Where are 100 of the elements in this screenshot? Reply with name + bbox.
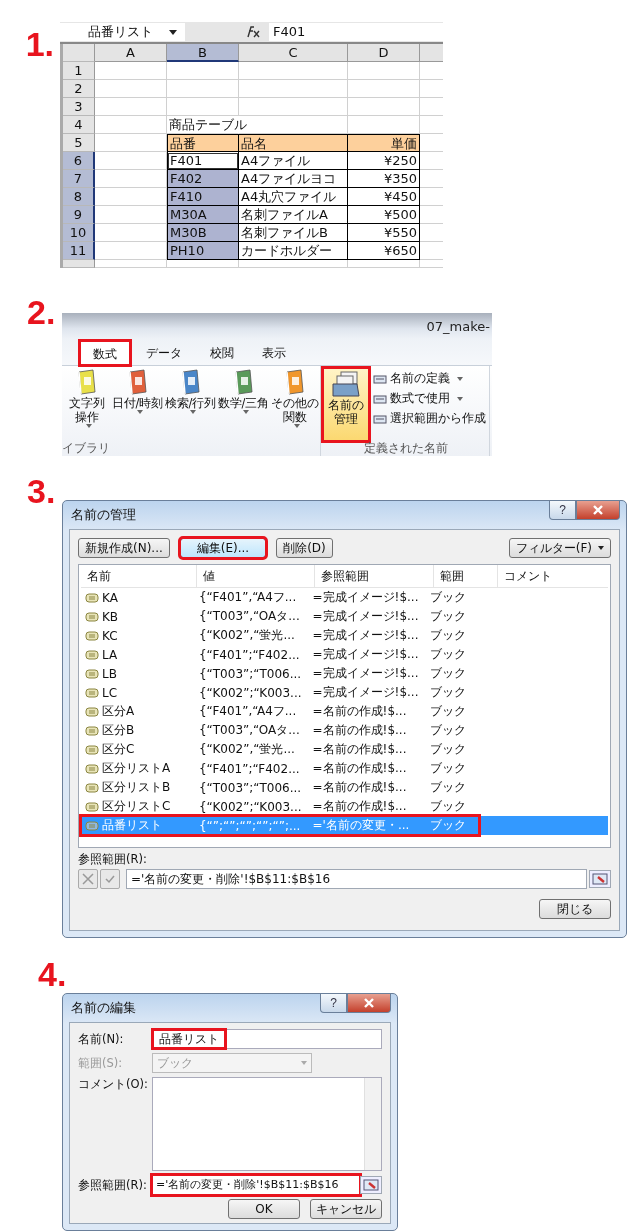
help-button[interactable]: ?	[549, 501, 576, 520]
book-icon	[283, 368, 307, 396]
name-list-row[interactable]: 区分A {“F401”,“A4フ... =名前の作成!$... ブック	[81, 702, 608, 721]
ribbon-tab[interactable]: データ	[134, 341, 194, 365]
dialog-button[interactable]: 削除(D)	[276, 538, 333, 558]
reference-field[interactable]: ='名前の変更・削除'!$B$11:$B$16	[152, 1175, 360, 1195]
formula-field[interactable]: F401	[269, 23, 443, 41]
table-cell: F401	[167, 152, 239, 170]
cancel-button[interactable]: キャンセル	[310, 1199, 382, 1219]
row-header[interactable]: 9	[63, 206, 95, 224]
name-list-row[interactable]: LC {“K002”;“K003... =完成イメージ!$... ブック	[81, 683, 608, 702]
column-header[interactable]: 範囲	[434, 565, 498, 587]
name-list-row[interactable]: KA {“F401”,“A4フ... =完成イメージ!$... ブック	[81, 588, 608, 607]
row-header[interactable]: 8	[63, 188, 95, 206]
name-list-row[interactable]: LB {“T003”;“T006... =完成イメージ!$... ブック	[81, 664, 608, 683]
row-header[interactable]: 11	[63, 242, 95, 260]
row-header[interactable]: 3	[63, 98, 95, 116]
row-header[interactable]: 6	[63, 152, 95, 170]
select-all-corner[interactable]	[63, 44, 95, 62]
name-tag-icon	[85, 763, 99, 774]
group-label: イブラリ	[62, 441, 111, 456]
row-header[interactable]: 5	[63, 134, 95, 152]
column-header[interactable]: コメント	[498, 565, 608, 587]
name-list-row[interactable]: 区分リストA {“F401”;“F402... =名前の作成!$... ブック	[81, 759, 608, 778]
step-number: 3.	[27, 474, 56, 508]
field-label: 名前(N):	[78, 1031, 125, 1047]
name-tag-icon	[85, 630, 99, 641]
row-header[interactable]: 7	[63, 170, 95, 188]
function-library-button[interactable]: 数学/三角	[217, 368, 270, 441]
table-cell: ¥550	[348, 224, 420, 242]
name-command-button[interactable]: 数式で使用	[373, 390, 486, 407]
comment-field[interactable]	[152, 1077, 382, 1171]
range-select-icon[interactable]	[360, 1176, 382, 1194]
table-cell	[348, 62, 420, 80]
column-header[interactable]: D	[348, 44, 420, 62]
range-select-icon[interactable]	[589, 870, 611, 888]
ribbon-tab[interactable]: 表示	[250, 341, 298, 365]
tag-icon	[373, 372, 387, 385]
row-header[interactable]: 2	[63, 80, 95, 98]
function-library-button[interactable]: 検索/行列	[164, 368, 217, 441]
row-header[interactable]: 10	[63, 224, 95, 242]
column-header[interactable]: B	[167, 44, 239, 62]
dropdown-icon[interactable]	[169, 29, 177, 35]
name-tag-icon	[85, 744, 99, 755]
group-label: 定義された名前	[363, 441, 449, 456]
row-header[interactable]: 4	[63, 116, 95, 134]
name-manager-button[interactable]: 名前の 管理	[323, 368, 369, 441]
name-tag-icon	[85, 611, 99, 622]
name-tag-icon	[85, 592, 99, 603]
step-number: 2.	[27, 295, 56, 329]
dialog-button[interactable]: 編集(E)...	[179, 538, 267, 558]
name-list-row[interactable]: 区分C {“K002”,“蛍光... =名前の作成!$... ブック	[81, 740, 608, 759]
close-icon	[363, 998, 375, 1008]
reference-field[interactable]: ='名前の変更・削除'!$B$11:$B$16	[126, 869, 587, 889]
function-library-button[interactable]: 日付/時刻	[111, 368, 164, 441]
column-header[interactable]: 値	[197, 565, 315, 587]
help-button[interactable]: ?	[320, 994, 347, 1013]
card-file-icon	[331, 370, 361, 398]
name-command-button[interactable]: 名前の定義	[373, 370, 486, 387]
name-tag-icon	[85, 782, 99, 793]
step-number: 4.	[38, 957, 67, 991]
close-button[interactable]	[347, 994, 391, 1013]
name-list-row[interactable]: 区分B {“T003”,“OAタ... =名前の作成!$... ブック	[81, 721, 608, 740]
row-header[interactable]	[63, 260, 95, 268]
table-cell	[348, 98, 420, 116]
column-header[interactable]: A	[95, 44, 167, 62]
name-box[interactable]: 品番リスト	[60, 23, 185, 41]
row-header[interactable]: 1	[63, 62, 95, 80]
name-list-row[interactable]: KB {“T003”,“OAタ... =完成イメージ!$... ブック	[81, 607, 608, 626]
cancel-icon[interactable]	[78, 869, 98, 889]
table-cell: ¥250	[348, 152, 420, 170]
table-cell	[95, 98, 167, 116]
field-label: 参照範囲(R):	[78, 852, 148, 867]
name-command-button[interactable]: 選択範囲から作成	[373, 410, 486, 427]
tag-icon	[373, 392, 387, 405]
ok-button[interactable]: OK	[228, 1199, 300, 1219]
name-list-row[interactable]: 区分リストB {“T003”;“T006... =名前の作成!$... ブック	[81, 778, 608, 797]
column-header[interactable]: 参照範囲	[315, 565, 434, 587]
close-button[interactable]	[576, 501, 620, 520]
name-list-row[interactable]: 区分リストC {“K002”;“K003... =名前の作成!$... ブック	[81, 797, 608, 816]
function-library-button[interactable]: その他の 関数	[270, 368, 320, 441]
tag-icon	[373, 412, 387, 425]
dialog-button[interactable]: フィルター(F)	[508, 538, 611, 558]
table-cell: 名刺ファイルB	[239, 224, 348, 242]
function-library-button[interactable]: 文字列 操作	[62, 368, 111, 441]
step-number: 1.	[24, 27, 54, 61]
dialog-title: 名前の編集	[71, 999, 136, 1017]
column-header[interactable]: 名前	[81, 565, 197, 587]
table-title: 商品テーブル	[169, 116, 247, 133]
column-header[interactable]: C	[239, 44, 348, 62]
name-list-row[interactable]: KC {“K002”,“蛍光... =完成イメージ!$... ブック	[81, 626, 608, 645]
close-dialog-button[interactable]: 閉じる	[539, 899, 611, 919]
table-cell: ¥350	[348, 170, 420, 188]
table-cell	[95, 80, 167, 98]
ribbon-tab[interactable]: 校閲	[198, 341, 246, 365]
dialog-button[interactable]: 新規作成(N)...	[78, 538, 170, 558]
name-list-row[interactable]: LA {“F401”;“F402... =完成イメージ!$... ブック	[81, 645, 608, 664]
column-header[interactable]	[420, 44, 443, 62]
ribbon-tab[interactable]: 数式	[80, 341, 130, 365]
check-icon[interactable]	[100, 869, 120, 889]
